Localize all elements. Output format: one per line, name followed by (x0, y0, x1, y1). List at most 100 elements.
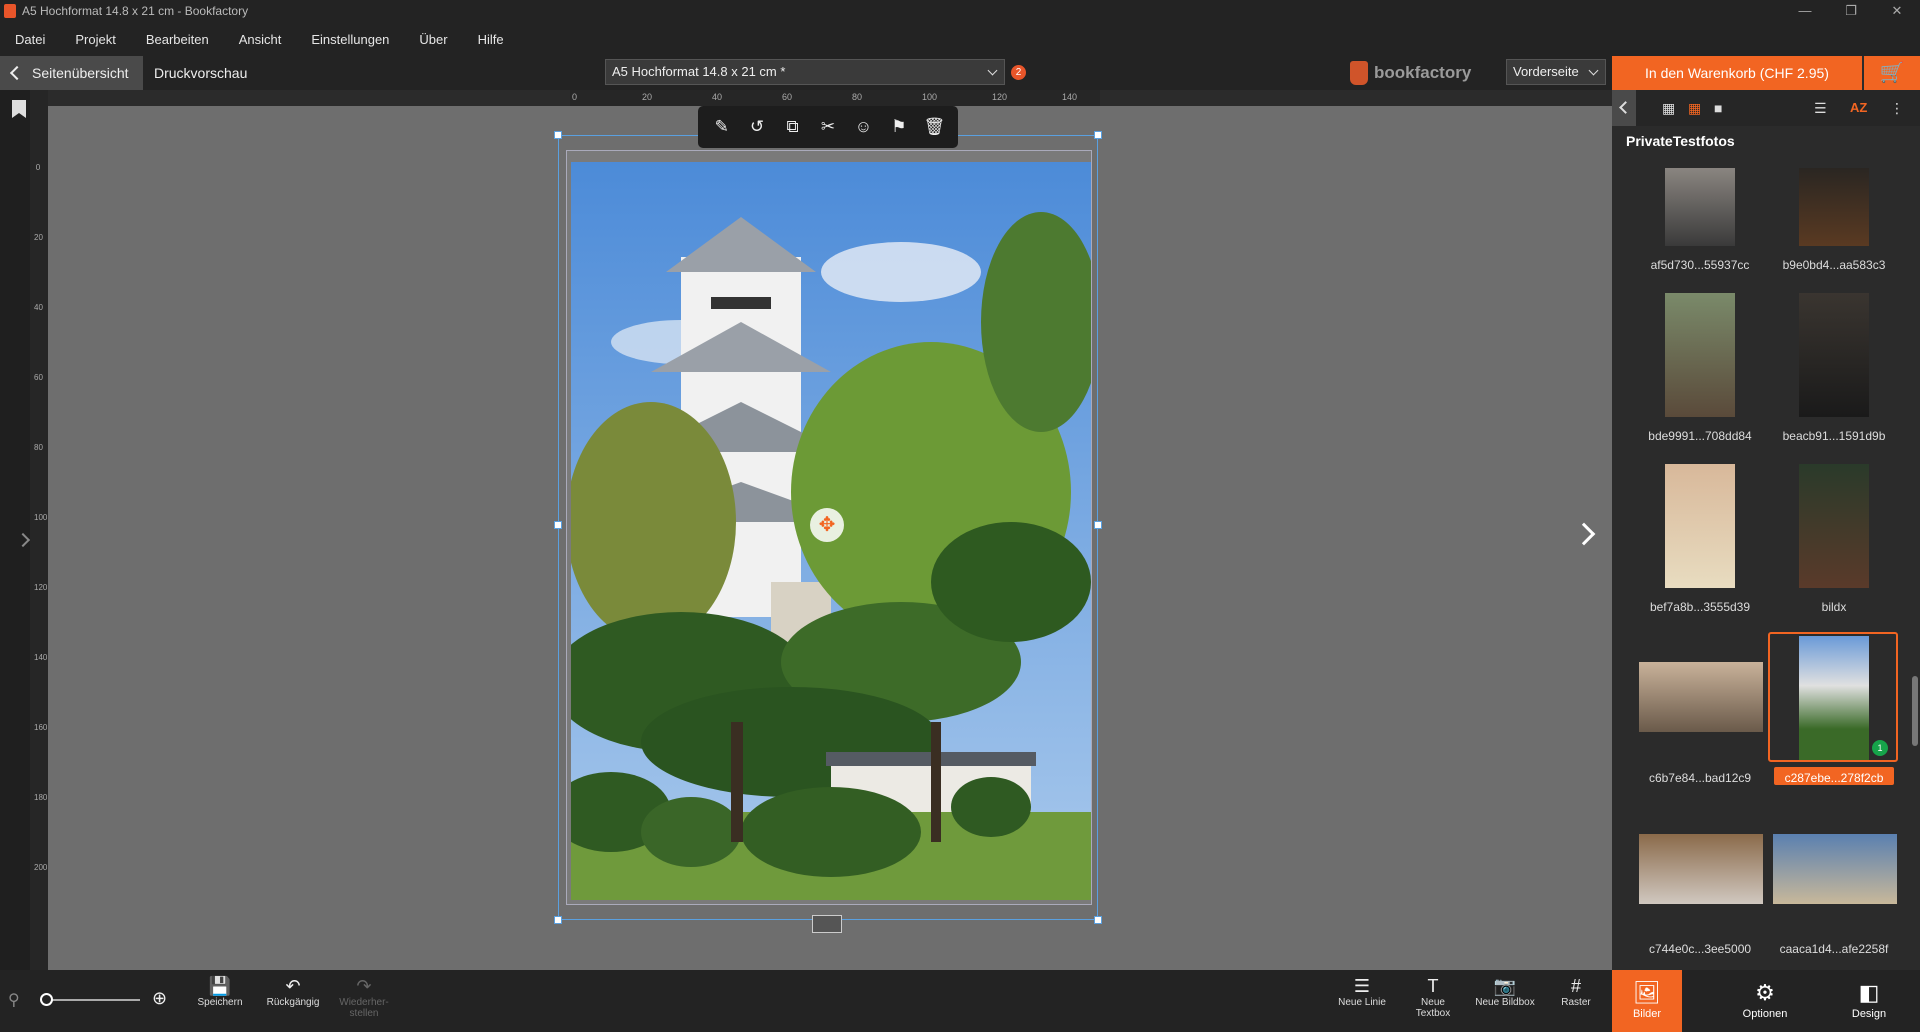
grid-small-icon[interactable]: ▦ (1662, 100, 1678, 116)
tab-options-label: Optionen (1742, 1008, 1788, 1020)
redo-icon: ↷ (356, 976, 372, 996)
used-count-badge: 1 (1872, 740, 1888, 756)
zoom-slider[interactable] (44, 999, 140, 1001)
filter-icon[interactable]: ☰ (1814, 100, 1830, 116)
trash-icon[interactable]: 🗑 (922, 115, 946, 139)
grid-button[interactable]: # Raster (1556, 975, 1596, 1008)
copy-icon[interactable]: ⧉ (781, 115, 805, 139)
v-ruler-tick: 0 (35, 163, 41, 172)
image-thumbnail-label: af5d730...55937cc (1650, 258, 1750, 272)
tab-design[interactable]: ◧ Design (1834, 970, 1904, 1032)
image-thumbnail[interactable] (1639, 834, 1763, 904)
resize-handle[interactable] (1094, 131, 1102, 139)
v-ruler-tick: 80 (34, 443, 43, 452)
redo-button[interactable]: ↷ Wiederher-stellen (336, 975, 392, 1019)
rotate-icon[interactable]: ↺ (745, 115, 769, 139)
print-preview-button[interactable]: Druckvorschau (154, 56, 247, 90)
v-ruler-tick: 160 (34, 723, 48, 732)
zoom-out-icon[interactable]: ⚲ (8, 990, 20, 1010)
maximize-button[interactable]: ❐ (1828, 0, 1874, 22)
chevron-down-icon (1588, 65, 1599, 76)
new-line-button[interactable]: ☰ Neue Linie (1330, 975, 1394, 1008)
minimize-button[interactable]: — (1782, 0, 1828, 22)
top-toolbar: Seitenübersicht Druckvorschau A5 Hochfor… (0, 56, 1612, 90)
new-line-icon: ☰ (1353, 976, 1371, 996)
image-thumbnail[interactable] (1665, 464, 1735, 588)
page-overview-button[interactable]: Seitenübersicht (0, 56, 143, 90)
close-button[interactable]: ✕ (1874, 0, 1920, 22)
notification-badge[interactable]: 2 (1011, 65, 1026, 80)
new-textbox-button[interactable]: T Neue Textbox (1408, 975, 1458, 1019)
image-thumbnail-label: beacb91...1591d9b (1782, 429, 1886, 443)
side-dropdown[interactable]: Vorderseite (1506, 59, 1606, 85)
new-imagebox-icon: 📷 (1493, 976, 1517, 996)
tab-options[interactable]: ⚙ Optionen (1730, 970, 1800, 1032)
image-thumbnail[interactable] (1799, 464, 1869, 588)
image-thumbnail[interactable] (1773, 834, 1897, 904)
grid-medium-icon[interactable]: ▦ (1688, 100, 1704, 116)
more-options-icon[interactable]: ⋮ (1890, 100, 1906, 116)
image-thumbnail[interactable] (1665, 168, 1735, 246)
cart-icon[interactable]: 🛒 (1864, 56, 1920, 90)
tab-design-label: Design (1851, 1008, 1887, 1020)
brand-name: bookfactory (1374, 63, 1472, 82)
image-thumbnail[interactable] (1799, 293, 1869, 417)
save-button[interactable]: 💾 Speichern (192, 975, 248, 1008)
bookmark-icon[interactable] (12, 100, 26, 118)
h-ruler-tick: 20 (642, 92, 653, 102)
tab-images[interactable]: 🖼 Bilder (1612, 970, 1682, 1032)
v-ruler-tick: 60 (34, 373, 43, 382)
image-thumbnail-label: caaca1d4...afe2258f (1779, 942, 1889, 956)
v-ruler-tick: 140 (34, 653, 48, 662)
image-toolbar: ✎ ↺ ⧉ ✂ ☺ ⚑ 🗑 (698, 106, 958, 148)
save-label: Speichern (197, 997, 243, 1008)
image-thumbnail[interactable] (1799, 636, 1869, 760)
menu-datei[interactable]: Datei (0, 32, 60, 47)
add-bookmark-icon[interactable]: ⚑ (887, 115, 911, 139)
add-to-cart-button[interactable]: In den Warenkorb (CHF 2.95) (1612, 56, 1862, 90)
format-dropdown[interactable]: A5 Hochformat 14.8 x 21 cm * (605, 59, 1005, 85)
resize-handle[interactable] (554, 131, 562, 139)
menu-einstellungen[interactable]: Einstellungen (296, 32, 404, 47)
resize-handle[interactable] (554, 916, 562, 924)
grid-large-icon[interactable]: ■ (1714, 100, 1730, 116)
grid-icon: # (1570, 976, 1581, 996)
image-thumbnail-label: bde9991...708dd84 (1648, 429, 1752, 443)
move-icon[interactable]: ✥ (810, 508, 844, 542)
images-icon: 🖼 (1633, 980, 1661, 1005)
menu-ansicht[interactable]: Ansicht (224, 32, 297, 47)
image-thumbnail[interactable] (1799, 168, 1869, 246)
h-ruler-tick: 100 (922, 92, 938, 102)
v-ruler-tick: 20 (34, 233, 43, 242)
title-bar: A5 Hochformat 14.8 x 21 cm - Bookfactory… (0, 0, 1920, 22)
cut-icon[interactable]: ✂ (816, 115, 840, 139)
sort-az-icon[interactable]: AZ (1850, 100, 1867, 116)
image-thumbnail[interactable] (1639, 662, 1763, 732)
page-layout-icon[interactable] (812, 915, 842, 933)
redo-label: Wiederher-stellen (339, 997, 389, 1019)
menu-hilfe[interactable]: Hilfe (463, 32, 519, 47)
menu-bearbeiten[interactable]: Bearbeiten (131, 32, 224, 47)
chevron-left-icon (9, 65, 25, 81)
new-imagebox-button[interactable]: 📷 Neue Bildbox (1468, 975, 1542, 1008)
new-line-label: Neue Linie (1338, 997, 1386, 1008)
resize-handle[interactable] (1094, 916, 1102, 924)
resize-handle[interactable] (1094, 521, 1102, 529)
image-thumbnail[interactable] (1665, 293, 1735, 417)
undo-button[interactable]: ↶ Rückgängig (262, 975, 324, 1008)
resize-handle[interactable] (554, 521, 562, 529)
face-detect-icon[interactable]: ☺ (851, 115, 875, 139)
design-icon: ◧ (1858, 980, 1880, 1005)
edit-pencil-icon[interactable]: ✎ (710, 115, 734, 139)
panel-back-button[interactable] (1612, 90, 1636, 126)
zoom-slider-knob[interactable] (40, 993, 53, 1006)
zoom-in-icon[interactable]: ⊕ (152, 988, 167, 1009)
window-title: A5 Hochformat 14.8 x 21 cm - Bookfactory (22, 4, 249, 18)
menu-ueber[interactable]: Über (404, 32, 462, 47)
image-panel-toolbar (1612, 90, 1920, 126)
brand-logo: bookfactory (1350, 60, 1471, 86)
new-textbox-label: Neue Textbox (1415, 997, 1451, 1019)
panel-scrollbar[interactable] (1912, 676, 1918, 746)
menu-projekt[interactable]: Projekt (60, 32, 130, 47)
chevron-down-icon (987, 65, 998, 76)
